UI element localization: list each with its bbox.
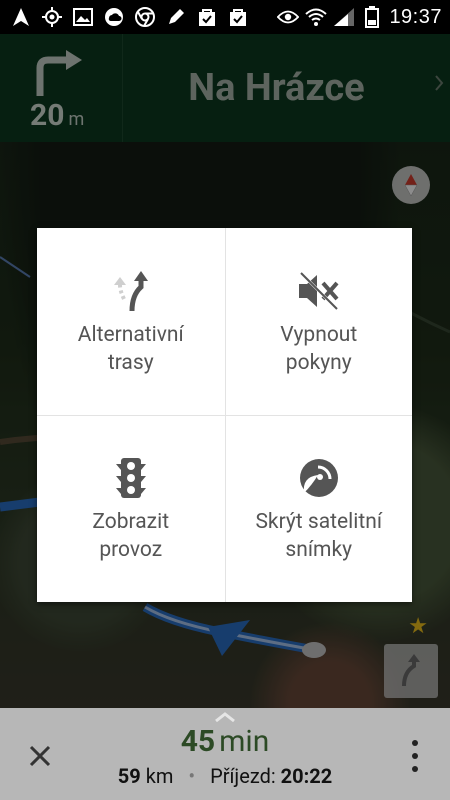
trip-summary-bar: 45 min 59 km • Příjezd: 20:22 [0, 708, 450, 800]
cloud-icon [103, 6, 125, 28]
overflow-menu-button[interactable] [410, 740, 420, 772]
trip-details: 59 km • Příjezd: 20:22 [0, 764, 450, 788]
separator-dot: • [188, 764, 196, 788]
options-menu: Alternativní trasy Vypnout pokyny Zobraz… [37, 228, 412, 602]
chevron-up-icon[interactable] [214, 712, 236, 722]
battery-icon [361, 6, 383, 28]
bag-check-icon [196, 6, 218, 28]
mute-guidance-label: Vypnout pokyny [280, 322, 358, 375]
alternate-routes-option[interactable]: Alternativní trasy [37, 228, 225, 415]
trip-distance-value: 59 [117, 764, 141, 788]
wifi-icon [305, 6, 328, 28]
eta-unit: min [219, 724, 270, 759]
alternate-routes-label: Alternativní trasy [77, 322, 184, 375]
satellite-icon [299, 459, 338, 497]
traffic-icon [115, 458, 146, 498]
eye-icon [277, 6, 300, 28]
hide-satellite-option[interactable]: Skrýt satelitní snímky [224, 415, 412, 602]
more-vertical-icon [412, 740, 418, 746]
alternate-routes-icon [113, 270, 148, 311]
mute-guidance-option[interactable]: Vypnout pokyny [224, 228, 413, 415]
gps-icon [41, 6, 63, 28]
hide-satellite-label: Skrýt satelitní snímky [255, 510, 383, 562]
eta: 45 min [0, 724, 450, 759]
image-icon [72, 6, 94, 28]
mute-icon [298, 271, 339, 310]
bag-check-icon [227, 6, 249, 28]
navigation-icon [10, 6, 32, 28]
chrome-icon [134, 6, 156, 28]
trip-distance-unit: km [145, 764, 174, 788]
pen-icon [165, 6, 187, 28]
show-traffic-option[interactable]: Zobrazit provoz [37, 415, 225, 602]
signal-icon [333, 6, 355, 28]
arrival-label: Příjezd: [210, 764, 276, 788]
status-bar: 19:37 [0, 0, 450, 34]
arrival-time: 20:22 [280, 764, 333, 788]
clock: 19:37 [389, 5, 442, 28]
eta-value: 45 [180, 724, 216, 759]
show-traffic-label: Zobrazit provoz [92, 510, 170, 562]
